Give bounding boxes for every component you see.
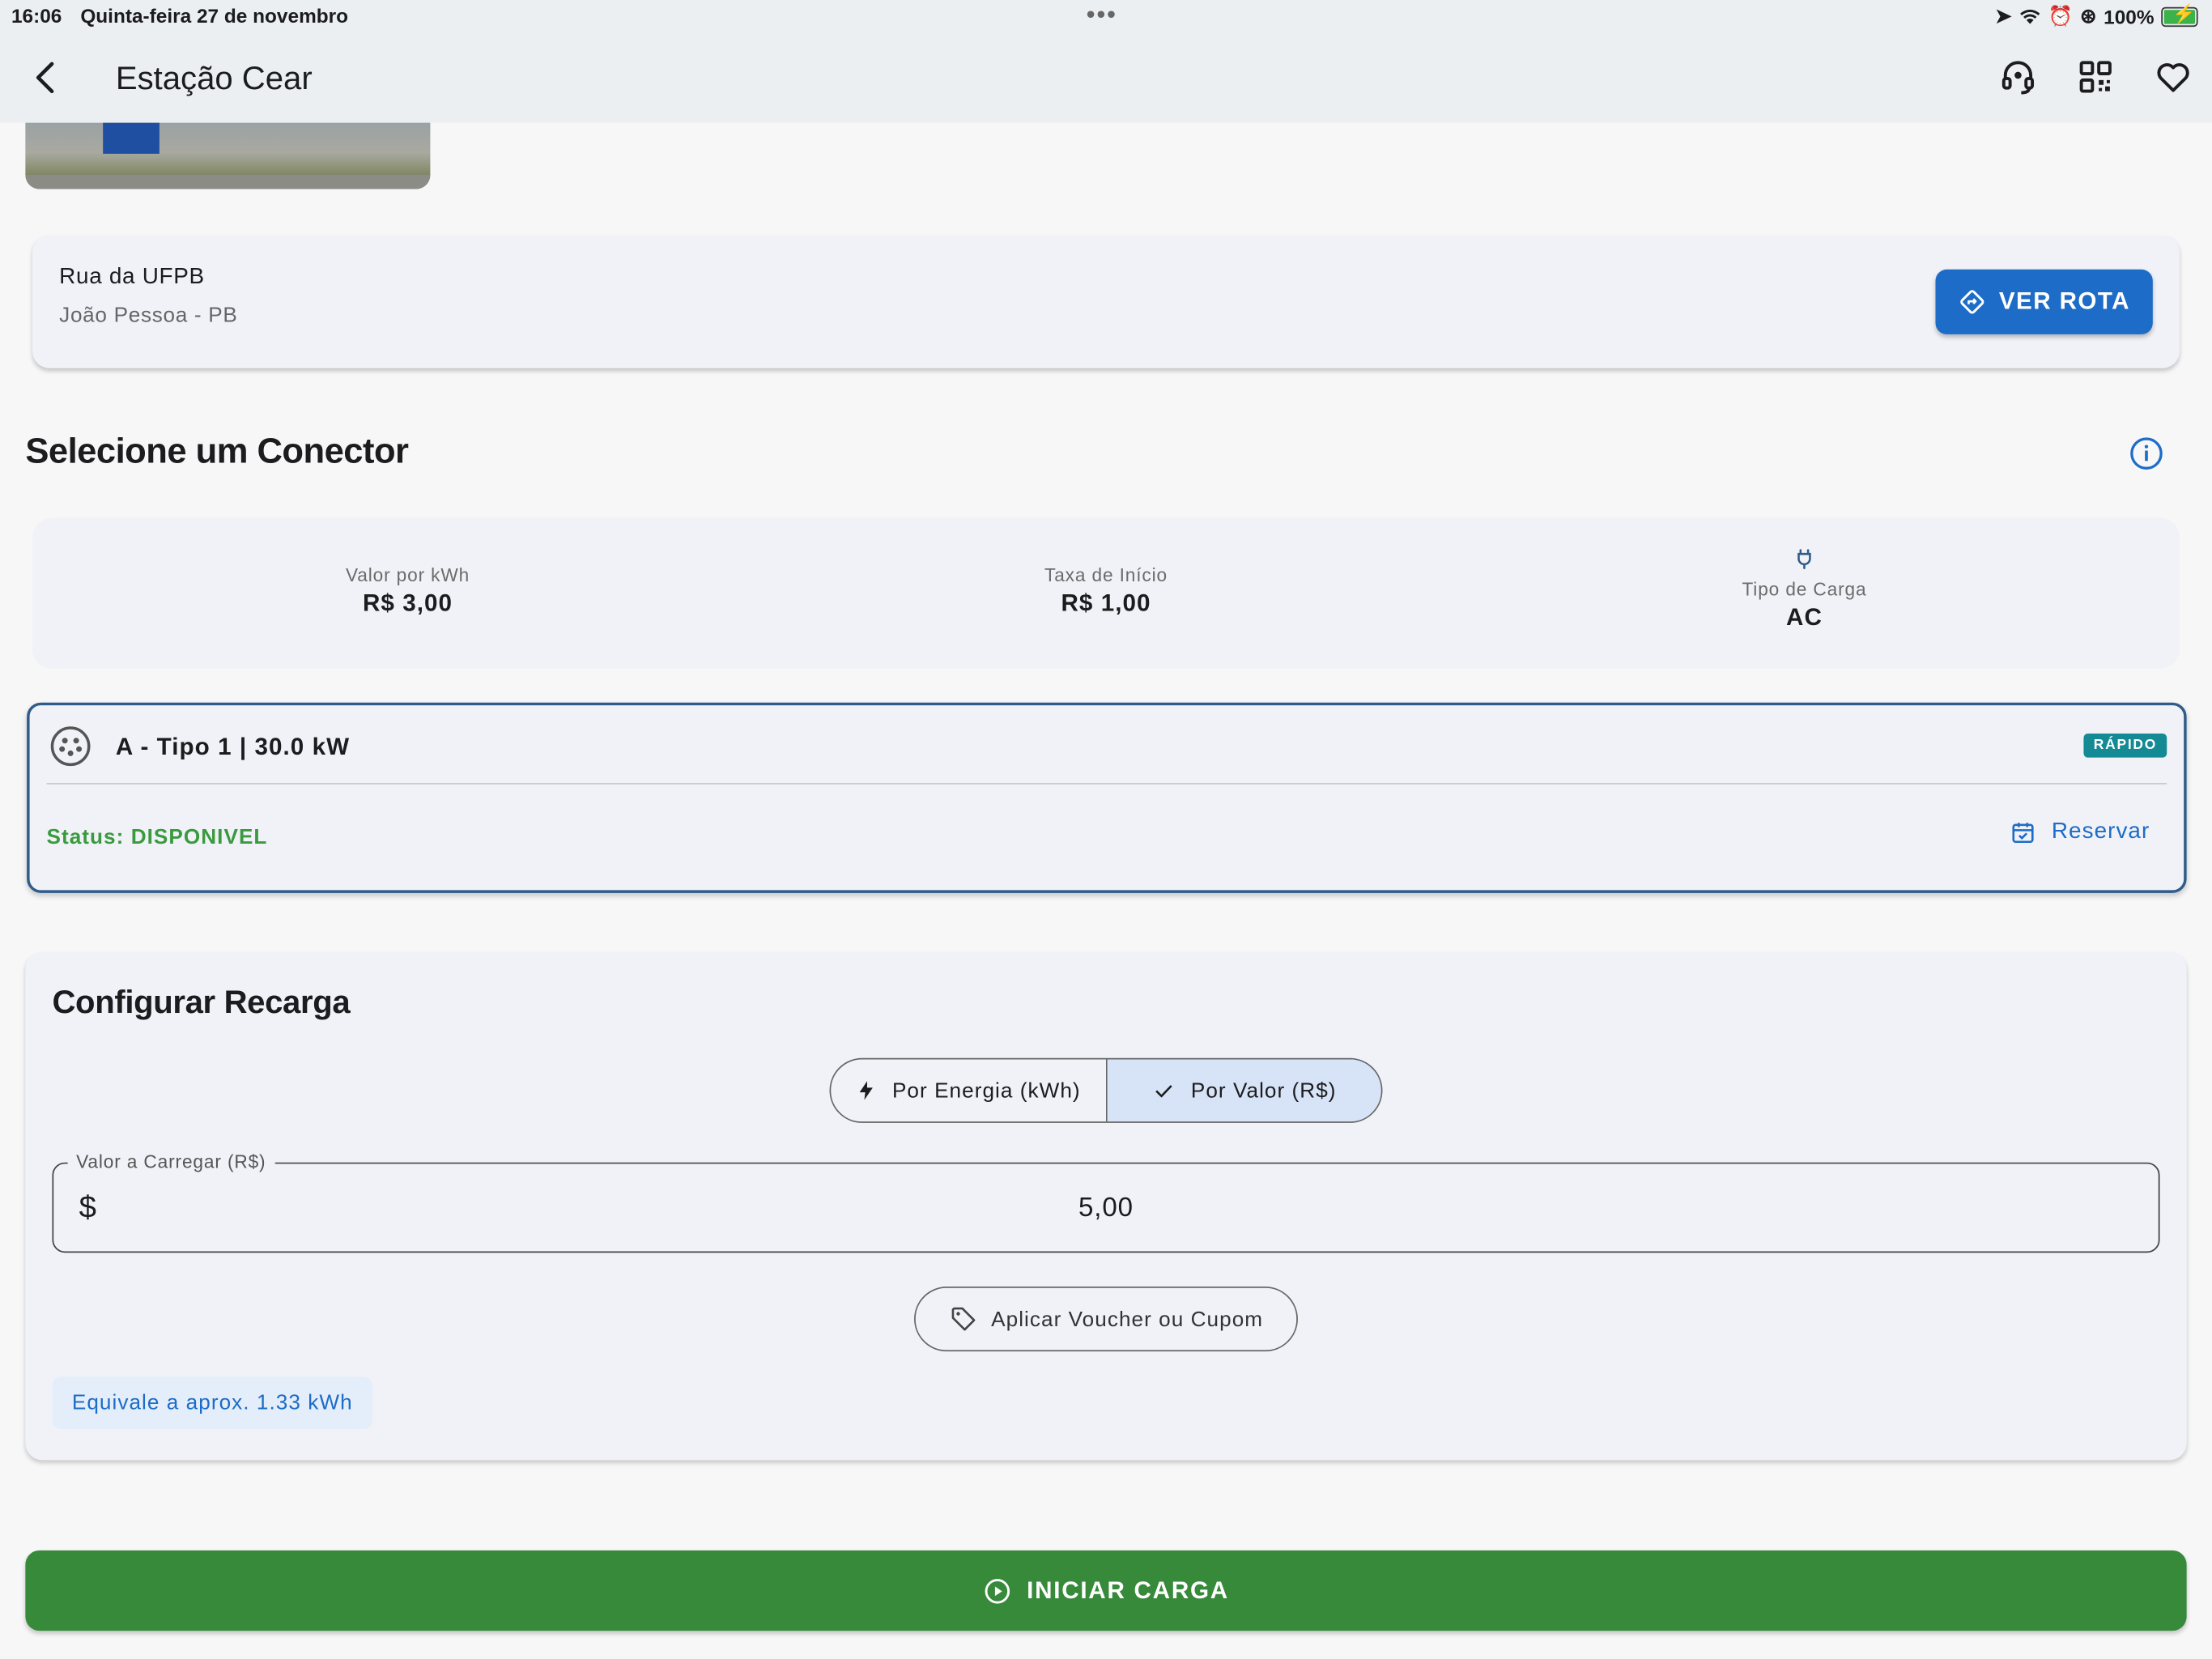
charge-config-card: Configurar Recarga Por Energia (kWh) Por… [25, 952, 2187, 1461]
start-charge-button[interactable]: INICIAR CARGA [25, 1550, 2187, 1631]
voucher-label: Aplicar Voucher ou Cupom [991, 1307, 1264, 1331]
tag-icon [951, 1307, 975, 1331]
alarm-icon: ⏰ [2048, 4, 2074, 28]
mode-energy-label: Por Energia (kWh) [891, 1078, 1081, 1103]
reserve-button[interactable]: Reservar [2010, 819, 2150, 844]
battery-icon: ⚡ [2161, 2, 2198, 27]
address-street: Rua da UFPB [59, 265, 205, 290]
section-title: Selecione um Conector [25, 432, 409, 471]
reserve-label: Reservar [2051, 819, 2150, 844]
address-city: João Pessoa - PB [59, 303, 238, 328]
status-indicators: ➤ ⏰ ⊛ 100% ⚡ [1995, 2, 2198, 28]
app-bar: Estação Cear [0, 33, 2212, 123]
calendar-check-icon [2012, 823, 2035, 844]
ver-rota-button[interactable]: VER ROTA [1935, 269, 2153, 334]
amount-field-label: Valor a Carregar (R$) [67, 1151, 274, 1172]
play-circle-icon [985, 1578, 1010, 1603]
multitasking-dots-icon[interactable]: ••• [1087, 0, 1117, 30]
pricing-card: Valor por kWh R$ 3,00 Taxa de Início R$ … [32, 517, 2180, 669]
amount-prefix: $ [79, 1189, 96, 1225]
check-icon [1155, 1085, 1172, 1098]
screen-lock-icon: ⊛ [2080, 4, 2097, 28]
connector-status: Status: DISPONIVEL [46, 825, 268, 849]
station-photo [25, 122, 431, 189]
ev-connector-icon [50, 726, 91, 767]
headset-icon[interactable] [1999, 57, 2037, 96]
amount-input[interactable] [138, 1183, 2074, 1235]
amount-field[interactable]: Valor a Carregar (R$) $ [52, 1151, 2160, 1253]
info-icon[interactable] [2129, 436, 2164, 471]
connector-name: A - Tipo 1 | 30.0 kW [115, 734, 351, 761]
page-title: Estação Cear [115, 59, 313, 96]
wifi-icon [2020, 9, 2040, 23]
start-fee-label: Taxa de Início [1044, 564, 1168, 586]
connector-card[interactable]: A - Tipo 1 | 30.0 kW RÁPIDO Status: DISP… [27, 702, 2187, 893]
status-date: Quinta-feira 27 de novembro [80, 4, 349, 28]
plug-icon [1797, 549, 1811, 569]
qr-code-icon[interactable] [2077, 57, 2115, 96]
mode-value-label: Por Valor (R$) [1190, 1078, 1337, 1103]
charge-type-label: Tipo de Carga [1742, 578, 1867, 600]
status-time: 16:06 [11, 4, 62, 28]
chevron-left-icon[interactable] [28, 59, 65, 96]
app-bar-actions [1999, 57, 2193, 96]
location-icon: ➤ [1995, 4, 2012, 28]
price-kwh: Valor por kWh R$ 3,00 [196, 564, 619, 618]
address-card: Rua da UFPB João Pessoa - PB VER ROTA [32, 235, 2180, 368]
start-fee-value: R$ 1,00 [1061, 589, 1151, 617]
directions-icon [1960, 290, 1984, 314]
mode-value-button[interactable]: Por Valor (R$) [1106, 1059, 1381, 1122]
energy-equivalence: Equivale a aprox. 1.33 kWh [52, 1376, 373, 1429]
charge-mode-toggle: Por Energia (kWh) Por Valor (R$) [829, 1057, 1383, 1123]
charge-type-value: AC [1786, 603, 1823, 631]
price-kwh-value: R$ 3,00 [363, 589, 453, 617]
heart-icon[interactable] [2155, 57, 2193, 96]
charge-type: Tipo de Carga AC [1593, 546, 2016, 632]
status-bar: 16:06 Quinta-feira 27 de novembro ••• ➤ … [0, 0, 2212, 34]
start-charge-label: INICIAR CARGA [1027, 1576, 1229, 1604]
voucher-button[interactable]: Aplicar Voucher ou Cupom [914, 1287, 1298, 1352]
mode-energy-button[interactable]: Por Energia (kWh) [831, 1059, 1107, 1122]
connector-divider [46, 783, 2167, 785]
battery-percent: 100% [2104, 5, 2155, 28]
bolt-icon [860, 1081, 874, 1100]
config-title: Configurar Recarga [52, 983, 351, 1020]
start-fee: Taxa de Início R$ 1,00 [895, 564, 1318, 618]
ver-rota-label: VER ROTA [1998, 287, 2130, 315]
price-kwh-label: Valor por kWh [345, 564, 470, 586]
fast-badge: RÁPIDO [2083, 734, 2167, 758]
